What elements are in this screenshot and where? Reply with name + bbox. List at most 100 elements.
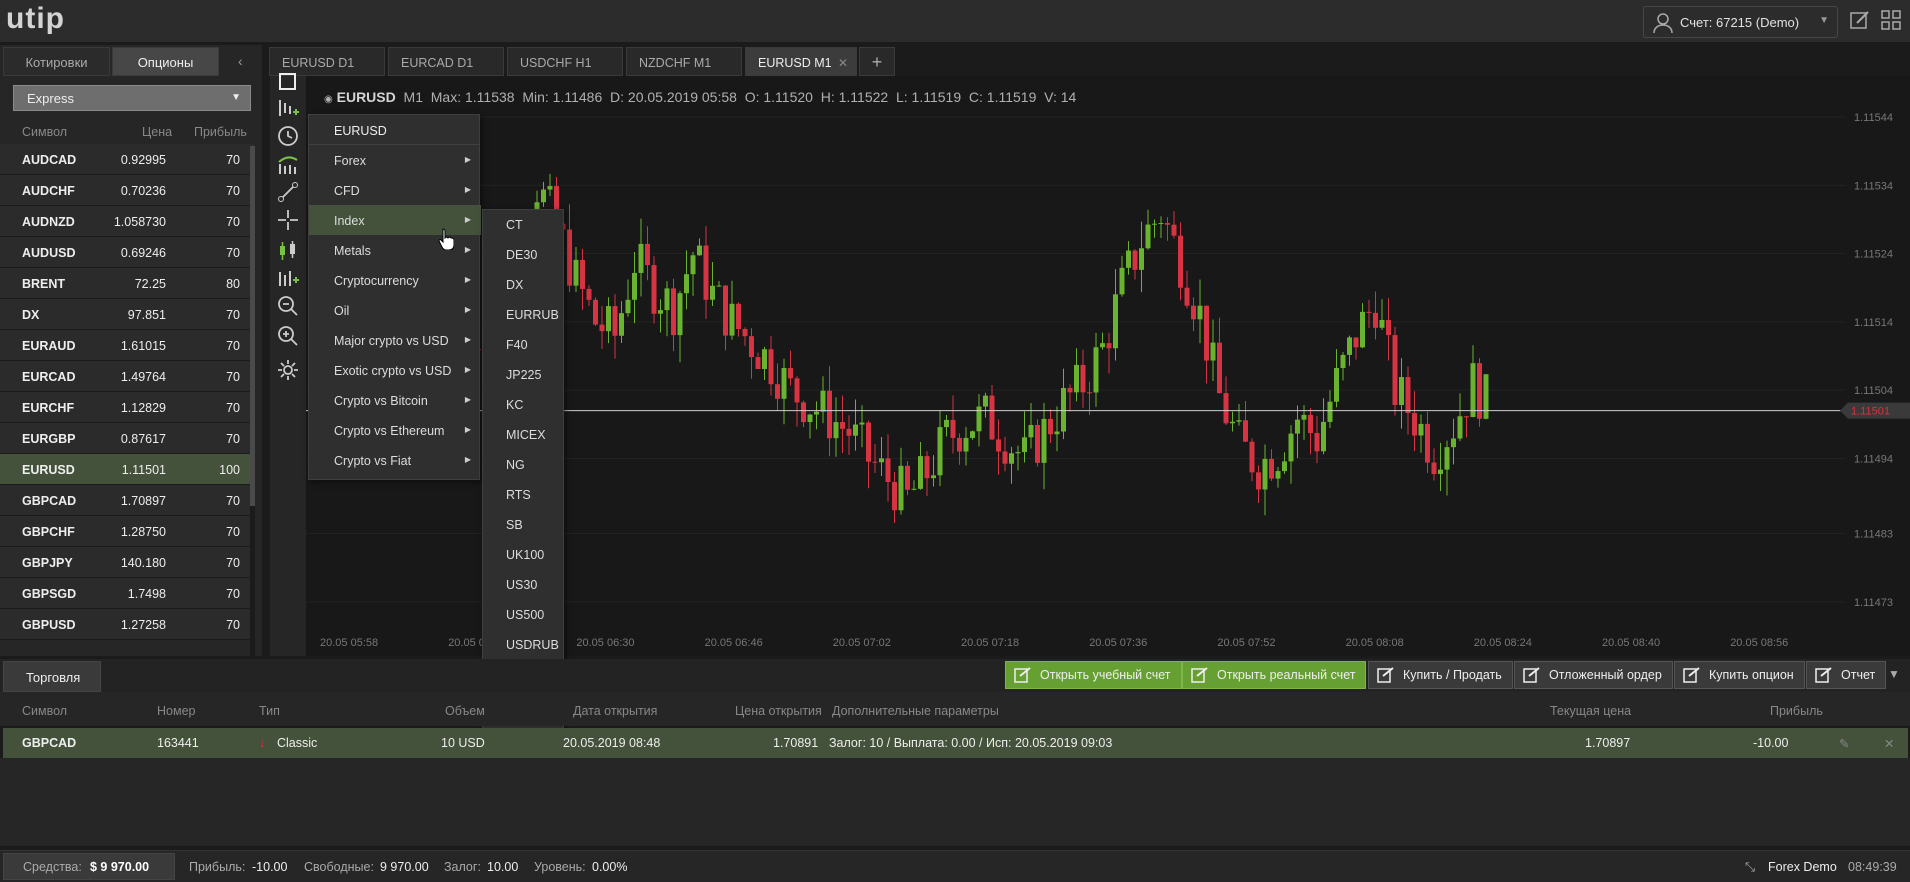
- submenu-item[interactable]: DE30: [483, 240, 563, 270]
- menu-item[interactable]: Forex ▶: [309, 145, 481, 175]
- submenu-item[interactable]: SB: [483, 510, 563, 540]
- trade-open-price: 1.70891: [773, 736, 819, 750]
- submenu-item[interactable]: DX: [483, 270, 563, 300]
- candle-body: [567, 229, 572, 286]
- close-icon[interactable]: ✕: [1884, 736, 1894, 751]
- candle-body: [1002, 451, 1008, 464]
- caret-right-icon: ▶: [464, 365, 471, 374]
- submenu-item[interactable]: JP225: [483, 360, 563, 390]
- menu-item[interactable]: Crypto vs Ethereum ▶: [309, 415, 481, 445]
- symbol-row[interactable]: EURUSD 1.11501 100: [0, 454, 254, 485]
- action-button[interactable]: Купить / Продать: [1368, 661, 1513, 689]
- zoom-out-icon[interactable]: [276, 294, 300, 318]
- candle-body: [664, 288, 670, 311]
- menu-item[interactable]: Major crypto vs USD ▶: [309, 325, 481, 355]
- symbol-row[interactable]: EURCAD 1.49764 70: [0, 361, 254, 392]
- close-icon[interactable]: ✕: [838, 56, 848, 70]
- action-button[interactable]: Отложенный ордер: [1514, 661, 1673, 689]
- symbol-row[interactable]: EURAUD 1.61015 70: [0, 330, 254, 361]
- action-button-label: Открыть учебный счет: [1040, 668, 1171, 682]
- menu-item[interactable]: Exotic crypto vs USD ▶: [309, 355, 481, 385]
- eye-icon[interactable]: ◉: [324, 94, 333, 105]
- submenu-item[interactable]: EURRUB: [483, 300, 563, 330]
- menu-item[interactable]: Crypto vs Fiat ▶: [309, 445, 481, 475]
- window-icon[interactable]: [276, 70, 300, 94]
- submenu-item[interactable]: NG: [483, 450, 563, 480]
- chart-tab[interactable]: USDCHF H1: [507, 47, 623, 76]
- chart-tab[interactable]: NZDCHF M1: [626, 47, 742, 76]
- submenu-item[interactable]: F40: [483, 330, 563, 360]
- candle-body: [1113, 294, 1118, 349]
- zoom-in-icon[interactable]: [276, 324, 300, 348]
- symbol-row[interactable]: AUDCAD 0.92995 70: [0, 144, 254, 175]
- instrument-type-select[interactable]: Express ▼: [13, 85, 251, 111]
- chevron-left-icon[interactable]: ‹: [238, 53, 243, 69]
- tab-trading[interactable]: Торговля: [3, 661, 101, 692]
- symbol-row[interactable]: GBPSGD 1.7498 70: [0, 578, 254, 609]
- menu-current-symbol[interactable]: EURUSD: [309, 115, 479, 145]
- tab-quotes[interactable]: Котировки: [3, 47, 110, 76]
- layout-grid-icon[interactable]: [1881, 10, 1902, 30]
- bars-add-icon[interactable]: [276, 266, 300, 290]
- symbol-row[interactable]: EURGBP 0.87617 70: [0, 423, 254, 454]
- symbol-row[interactable]: GBPUSD 1.27258 70: [0, 609, 254, 640]
- edit-icon[interactable]: ✎: [1839, 736, 1849, 751]
- action-button[interactable]: Открыть реальный счет: [1182, 661, 1367, 689]
- trade-symbol: GBPCAD: [22, 736, 77, 750]
- symbol-row[interactable]: GBPJPY 140.180 70: [0, 547, 254, 578]
- chevron-down-icon[interactable]: ▼: [1888, 667, 1900, 681]
- submenu-item[interactable]: USDRUB: [483, 630, 563, 660]
- symbol-row[interactable]: BRENT 72.25 80: [0, 268, 254, 299]
- crosshair-icon[interactable]: [276, 208, 300, 232]
- candle-body: [827, 390, 832, 439]
- menu-item[interactable]: Oil ▶: [309, 295, 481, 325]
- candle-body: [1210, 342, 1216, 361]
- indicators-icon[interactable]: [276, 152, 300, 176]
- candles-icon[interactable]: [276, 238, 300, 262]
- candle-body: [1197, 305, 1203, 320]
- menu-item[interactable]: CFD ▶: [309, 175, 481, 205]
- add-tab-button[interactable]: +: [859, 47, 895, 76]
- candle-body: [840, 422, 845, 429]
- symbol-row[interactable]: DX 97.851 70: [0, 299, 254, 330]
- menu-item[interactable]: Cryptocurrency ▶: [309, 265, 481, 295]
- symbol-row[interactable]: AUDUSD 0.69246 70: [0, 237, 254, 268]
- app-logo: utip: [6, 2, 65, 35]
- symbol-row[interactable]: EURCHF 1.12829 70: [0, 392, 254, 423]
- symbol-row[interactable]: GBPCAD 1.70897 70: [0, 485, 254, 516]
- symbol-row[interactable]: AUDNZD 1.058730 70: [0, 206, 254, 237]
- menu-item[interactable]: Index ▶: [309, 205, 481, 235]
- submenu-item[interactable]: US30: [483, 570, 563, 600]
- menu-item[interactable]: Metals ▶: [309, 235, 481, 265]
- chart-tab[interactable]: EURCAD D1: [388, 47, 504, 76]
- chart-tab-label: NZDCHF M1: [639, 56, 712, 70]
- menu-item-label: Oil: [334, 304, 350, 318]
- action-button[interactable]: Открыть учебный счет: [1005, 661, 1182, 689]
- add-instrument-icon[interactable]: [276, 96, 300, 120]
- candle-body: [898, 465, 904, 511]
- submenu-item[interactable]: CT: [483, 210, 563, 240]
- trade-row[interactable]: GBPCAD 163441 ↓ Classic 10 USD 20.05.201…: [3, 728, 1908, 758]
- candle-body: [931, 475, 936, 479]
- tab-options[interactable]: Опционы: [112, 47, 219, 76]
- edit-icon[interactable]: [1850, 10, 1870, 30]
- settings-gear-icon[interactable]: [276, 358, 300, 382]
- symbol-row[interactable]: AUDCHF 0.70236 70: [0, 175, 254, 206]
- action-button[interactable]: Отчет: [1806, 661, 1887, 689]
- clock-icon[interactable]: [276, 124, 300, 148]
- symbol-row[interactable]: GBPCHF 1.28750 70: [0, 516, 254, 547]
- submenu-item[interactable]: KC: [483, 390, 563, 420]
- submenu-item[interactable]: UK100: [483, 540, 563, 570]
- scrollbar-thumb[interactable]: [250, 146, 255, 506]
- account-selector[interactable]: Счет: 67215 (Demo) ▼: [1643, 6, 1838, 38]
- chart-tab-active[interactable]: EURUSD M1 ✕: [745, 47, 857, 76]
- submenu-item[interactable]: RTS: [483, 480, 563, 510]
- candle-body: [1386, 319, 1391, 336]
- profit-label: Прибыль:: [189, 860, 246, 874]
- submenu-item[interactable]: MICEX: [483, 420, 563, 450]
- submenu-item[interactable]: US500: [483, 600, 563, 630]
- trendline-icon[interactable]: [276, 180, 300, 204]
- menu-item[interactable]: Crypto vs Bitcoin ▶: [309, 385, 481, 415]
- action-button[interactable]: Купить опцион: [1674, 661, 1805, 689]
- candle-body: [1041, 418, 1047, 463]
